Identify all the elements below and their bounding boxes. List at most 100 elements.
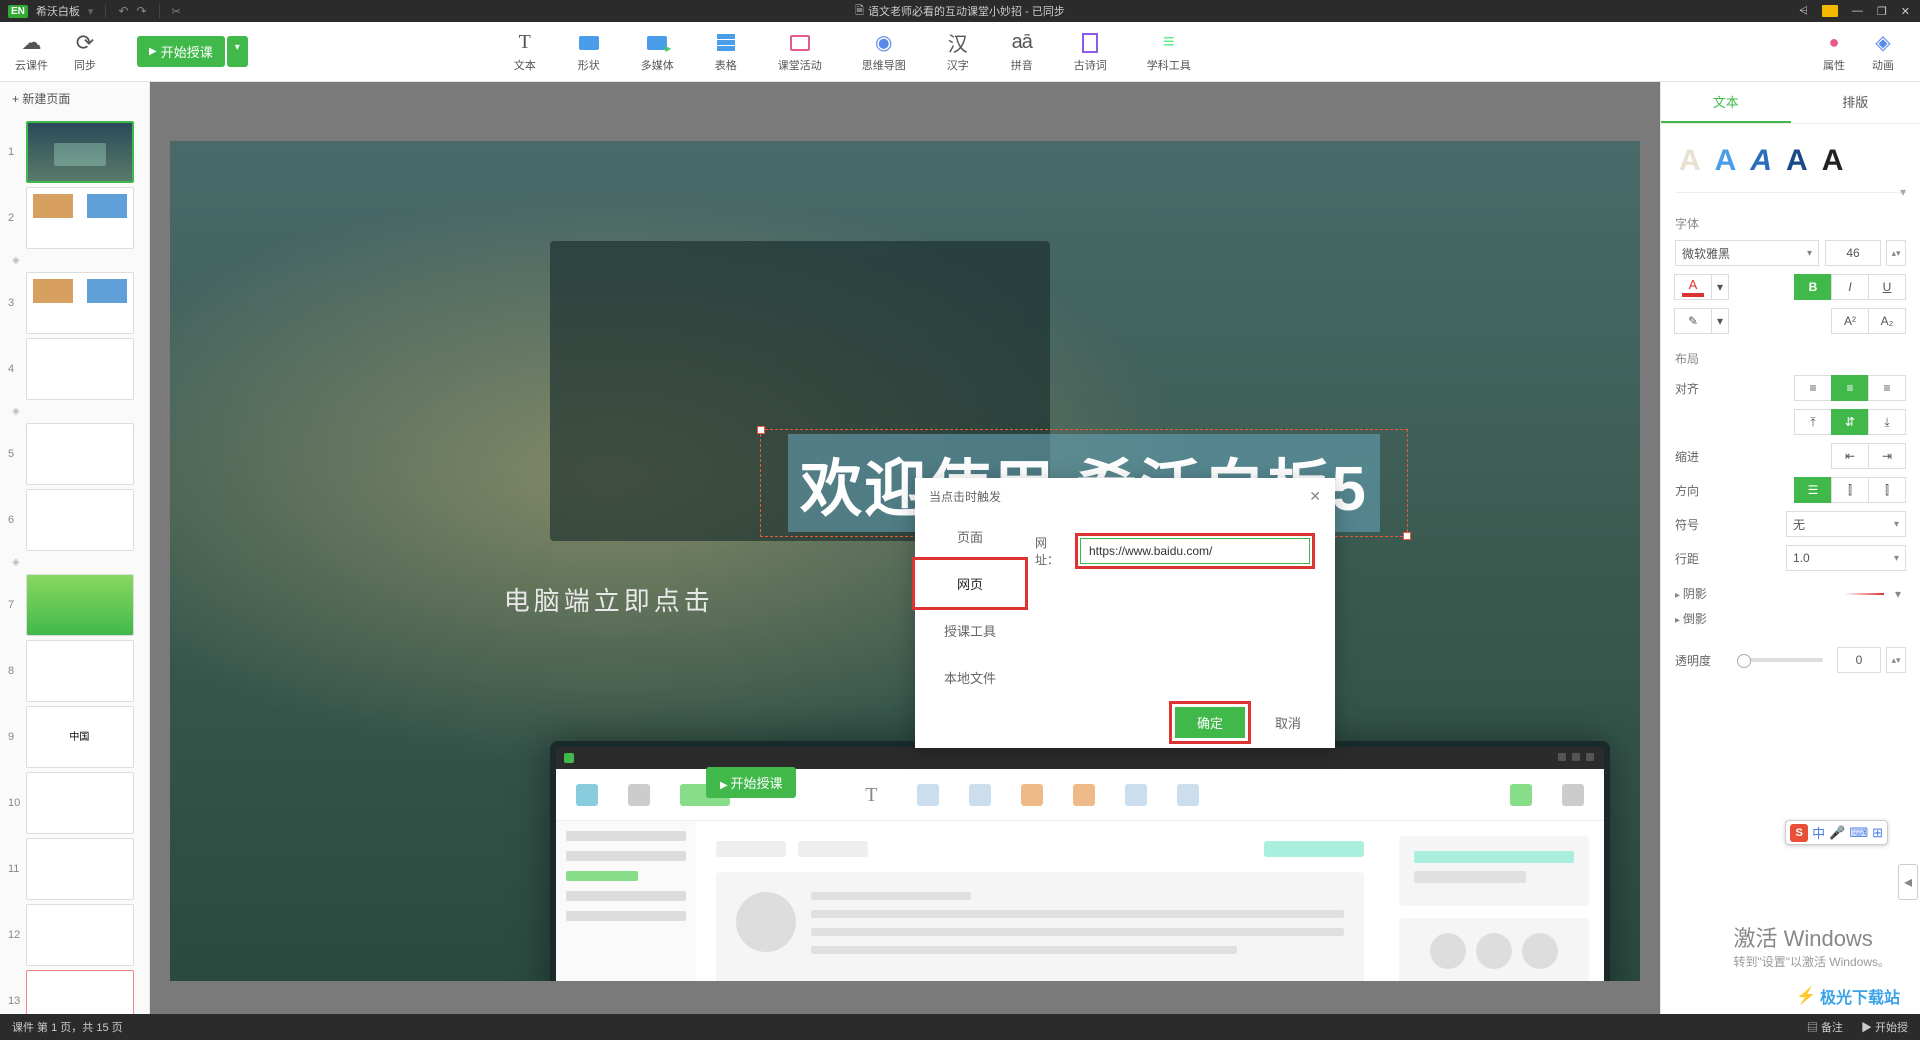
dialog-tab-web[interactable]: 网页 xyxy=(912,557,1028,610)
url-label: 网址： xyxy=(1035,534,1069,568)
dialog-title: 当点击时触发 xyxy=(929,488,1001,505)
start-teaching-dropdown[interactable]: ▾ xyxy=(227,36,248,67)
url-input[interactable] xyxy=(1080,538,1310,564)
subscript-button[interactable]: A₂ xyxy=(1868,308,1906,334)
cancel-button[interactable]: 取消 xyxy=(1271,707,1305,738)
slide-thumb-2[interactable] xyxy=(26,187,134,249)
direction-v1-button[interactable]: ⫿ xyxy=(1831,477,1869,503)
valign-bottom-button[interactable]: ⤓ xyxy=(1868,409,1906,435)
new-page-button[interactable]: + 新建页面 xyxy=(0,82,149,115)
tool-table[interactable]: 表格 xyxy=(714,31,738,73)
slide-thumb-12[interactable] xyxy=(26,904,134,966)
app-badge: EN xyxy=(8,5,28,18)
underline-button[interactable]: U xyxy=(1868,274,1906,300)
minimize-icon[interactable]: — xyxy=(1852,5,1863,17)
mail-icon[interactable] xyxy=(1822,5,1838,17)
ime-toolbar[interactable]: S 中🎤⌨⊞ xyxy=(1785,820,1888,845)
ok-button[interactable]: 确定 xyxy=(1175,707,1245,738)
font-color-button[interactable]: A xyxy=(1674,274,1712,300)
align-right-button[interactable]: ≡ xyxy=(1868,375,1906,401)
slide-thumb-8[interactable] xyxy=(26,640,134,702)
tool-text[interactable]: T文本 xyxy=(513,31,537,73)
dialog-tab-tool[interactable]: 授课工具 xyxy=(915,607,1025,654)
font-color-dropdown[interactable]: ▾ xyxy=(1711,274,1729,300)
text-preset-5[interactable]: A xyxy=(1822,144,1844,178)
play-from-current-button[interactable]: ▶ 开始授 xyxy=(1861,1019,1908,1035)
tool-poem[interactable]: 古诗词 xyxy=(1074,31,1107,73)
tool-shape[interactable]: 形状 xyxy=(577,31,601,73)
maximize-icon[interactable]: ❐ xyxy=(1877,5,1887,18)
statusbar: 课件 第 1 页，共 15 页 ▤ 备注 ▶ 开始授 xyxy=(0,1014,1920,1040)
redo-icon[interactable]: ↷ xyxy=(137,4,147,18)
indent-decrease-button[interactable]: ⇤ xyxy=(1831,443,1869,469)
align-center-button[interactable]: ≡ xyxy=(1831,375,1869,401)
font-size-input[interactable]: 46 xyxy=(1825,240,1881,266)
canvas-area[interactable]: 欢迎使用 希沃白板5 电脑端立即点击 播授课之旅 T xyxy=(150,82,1660,1040)
dialog-tab-file[interactable]: 本地文件 xyxy=(915,654,1025,701)
align-left-button[interactable]: ≡ xyxy=(1794,375,1832,401)
hyperlink-dialog: 当点击时触发 ✕ 页面 网页 授课工具 本地文件 网址： xyxy=(915,478,1335,748)
bullet-select[interactable]: 无 xyxy=(1786,511,1906,537)
opacity-slider[interactable] xyxy=(1737,658,1823,662)
valign-middle-button[interactable]: ⇵ xyxy=(1831,409,1869,435)
italic-button[interactable]: I xyxy=(1831,274,1869,300)
site-watermark: ⚡极光下载站 xyxy=(1796,984,1900,1008)
tool-pinyin[interactable]: aā拼音 xyxy=(1010,31,1034,73)
tool-activity[interactable]: 课堂活动 xyxy=(778,31,822,73)
text-preset-1[interactable]: A xyxy=(1679,144,1701,178)
panel-tab-layout[interactable]: 排版 xyxy=(1791,82,1920,123)
linespace-select[interactable]: 1.0 xyxy=(1786,545,1906,571)
panel-tab-text[interactable]: 文本 xyxy=(1661,82,1791,123)
dialog-close-icon[interactable]: ✕ xyxy=(1309,488,1321,505)
highlight-button[interactable]: ✎ xyxy=(1674,308,1712,334)
cloud-courseware-button[interactable]: ☁ 云课件 xyxy=(15,31,48,73)
undo-icon[interactable]: ↶ xyxy=(118,4,128,18)
tool-mindmap[interactable]: 思维导图 xyxy=(862,31,906,73)
shadow-preview xyxy=(1844,593,1884,595)
close-icon[interactable]: ✕ xyxy=(1901,5,1910,18)
sync-button[interactable]: 同步 xyxy=(73,31,97,73)
notes-button[interactable]: ▤ 备注 xyxy=(1807,1019,1843,1035)
windows-activation-watermark: 激活 Windows 转到"设置"以激活 Windows。 xyxy=(1733,921,1890,970)
highlight-dropdown[interactable]: ▾ xyxy=(1711,308,1729,334)
share-icon[interactable]: ⩤ xyxy=(1799,5,1808,18)
superscript-button[interactable]: A² xyxy=(1831,308,1869,334)
slide-thumb-9[interactable] xyxy=(26,706,134,768)
slide-thumb-4[interactable] xyxy=(26,338,134,400)
dialog-tab-page[interactable]: 页面 xyxy=(915,513,1025,560)
tool-media[interactable]: 多媒体 xyxy=(641,31,674,73)
slide-thumb-7[interactable] xyxy=(26,574,134,636)
start-teaching-button[interactable]: 开始授课 xyxy=(137,36,225,67)
cut-icon[interactable]: ✂ xyxy=(172,5,181,18)
text-preset-3[interactable]: A xyxy=(1750,144,1772,178)
text-preset-4[interactable]: A xyxy=(1786,144,1808,178)
font-size-stepper[interactable]: ▴▾ xyxy=(1886,240,1906,266)
text-preset-2[interactable]: A xyxy=(1715,144,1737,178)
slide-thumb-1[interactable] xyxy=(26,121,134,183)
opacity-stepper[interactable]: ▴▾ xyxy=(1886,647,1906,673)
font-family-select[interactable]: 微软雅黑 xyxy=(1675,240,1819,266)
slide-canvas[interactable]: 欢迎使用 希沃白板5 电脑端立即点击 播授课之旅 T xyxy=(170,141,1640,981)
layout-section-label: 布局 xyxy=(1675,350,1906,367)
slide-thumb-3[interactable] xyxy=(26,272,134,334)
slide-thumb-6[interactable] xyxy=(26,489,134,551)
direction-v2-button[interactable]: ⫿ xyxy=(1868,477,1906,503)
slide-thumb-5[interactable] xyxy=(26,423,134,485)
tool-properties[interactable]: 属性 xyxy=(1822,31,1846,73)
direction-h-button[interactable]: ☰ xyxy=(1794,477,1832,503)
opacity-value[interactable]: 0 xyxy=(1837,647,1881,673)
section-marker-icon: ◈ xyxy=(0,251,149,270)
tool-animation[interactable]: 动画 xyxy=(1871,31,1895,73)
indent-increase-button[interactable]: ⇥ xyxy=(1868,443,1906,469)
tool-subject[interactable]: 学科工具 xyxy=(1147,31,1191,73)
shadow-section[interactable]: 阴影 xyxy=(1675,585,1715,602)
tool-hanzi[interactable]: 汉汉字 xyxy=(946,31,970,73)
bold-button[interactable]: B xyxy=(1794,274,1832,300)
side-expand-button[interactable]: ◂ xyxy=(1898,864,1918,900)
reflect-section[interactable]: 倒影 xyxy=(1675,610,1715,627)
slide-thumb-11[interactable] xyxy=(26,838,134,900)
slide-thumb-10[interactable] xyxy=(26,772,134,834)
valign-top-button[interactable]: ⤒ xyxy=(1794,409,1832,435)
mock-start-button: 开始授课 xyxy=(706,767,796,798)
main-toolbar: ☁ 云课件 同步 开始授课 ▾ T文本 形状 多媒体 表格 课堂活动 思维导图 … xyxy=(0,22,1920,82)
